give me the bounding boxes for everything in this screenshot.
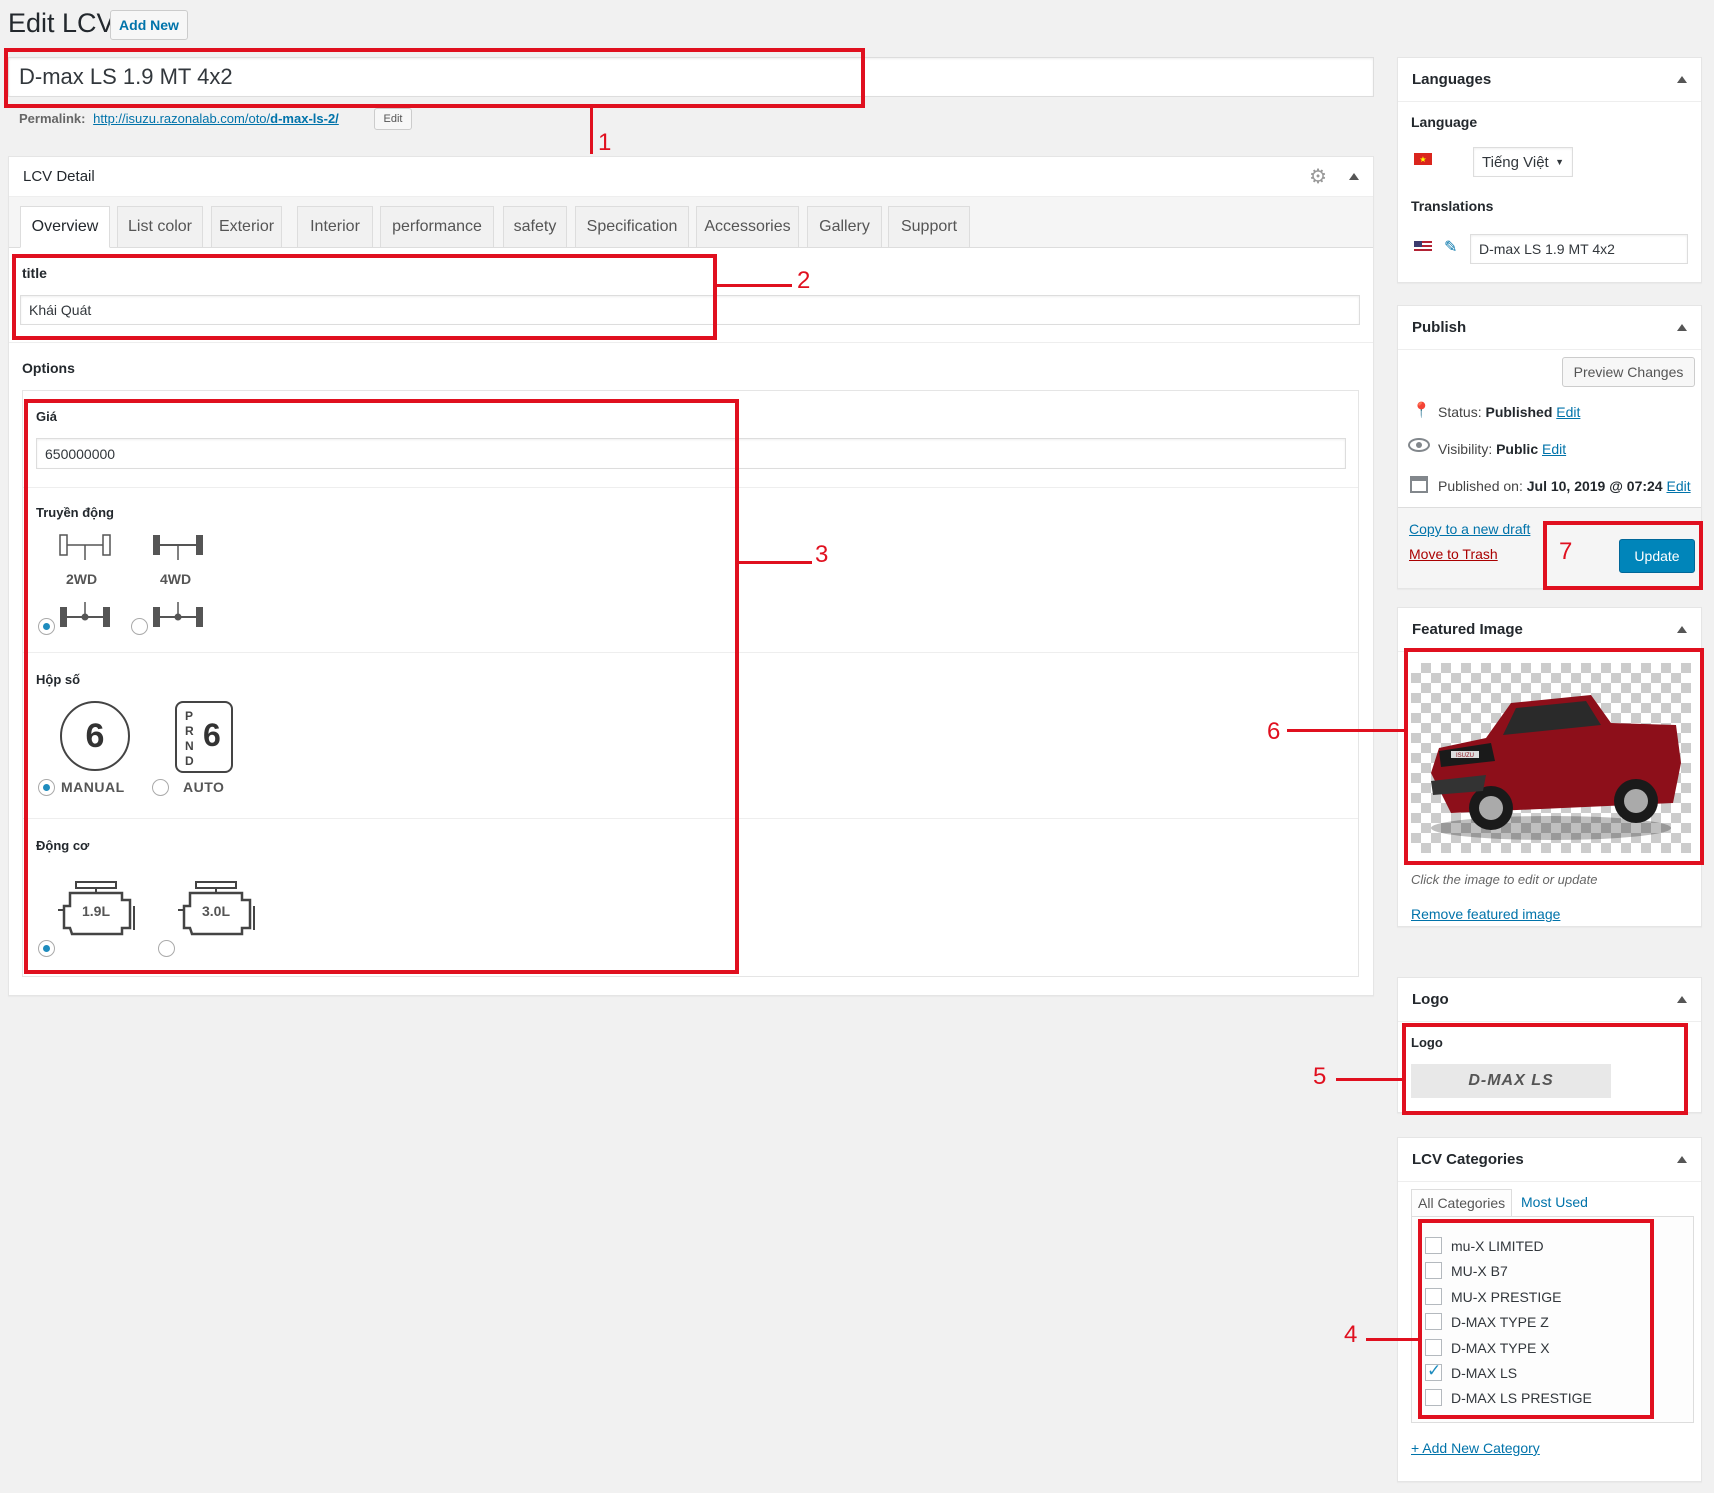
annotation-7: 7: [1559, 538, 1573, 565]
permalink: Permalink: http://isuzu.razonalab.com/ot…: [19, 111, 339, 126]
permalink-slug: d-max-ls-2/: [270, 111, 339, 126]
collapse-icon[interactable]: [1349, 173, 1359, 180]
leader-line-5: [1336, 1078, 1403, 1081]
collapse-icon[interactable]: [1677, 1156, 1687, 1163]
add-new-category-link[interactable]: + Add New Category: [1411, 1440, 1540, 1456]
tab-performance[interactable]: performance: [380, 206, 494, 248]
publish-header[interactable]: Publish: [1398, 306, 1701, 350]
tab-most-used[interactable]: Most Used: [1521, 1194, 1588, 1210]
visibility-edit-link[interactable]: Edit: [1542, 441, 1566, 457]
languages-title: Languages: [1412, 71, 1492, 88]
options-label: Options: [22, 360, 75, 376]
highlight-box-1: [4, 48, 865, 108]
copy-draft-link[interactable]: Copy to a new draft: [1409, 521, 1530, 537]
permalink-label: Permalink:: [19, 111, 86, 126]
tab-all-categories[interactable]: All Categories: [1411, 1189, 1513, 1217]
leader-line-1: [590, 104, 593, 154]
highlight-box-6: [1404, 648, 1704, 865]
collapse-icon[interactable]: [1677, 324, 1687, 331]
highlight-box-2: [12, 254, 717, 340]
preview-changes-button[interactable]: Preview Changes: [1562, 357, 1695, 387]
language-label: Language: [1411, 114, 1478, 130]
categories-header[interactable]: LCV Categories: [1398, 1138, 1701, 1182]
page-title: Edit LCV: [8, 8, 115, 38]
pencil-icon[interactable]: ✎: [1444, 237, 1457, 257]
translation-input[interactable]: D-max LS 1.9 MT 4x2: [1470, 234, 1688, 264]
annotation-5: 5: [1313, 1063, 1327, 1090]
tab-safety[interactable]: safety: [503, 206, 567, 248]
status-edit-link[interactable]: Edit: [1556, 404, 1580, 420]
status-row: Status: Published Edit: [1438, 404, 1580, 420]
permalink-edit-button[interactable]: Edit: [374, 108, 412, 130]
status-value: Published: [1485, 404, 1553, 420]
highlight-box-5: [1402, 1023, 1688, 1115]
annotation-6: 6: [1267, 718, 1281, 745]
dropdown-arrow-icon: ▼: [1555, 157, 1564, 167]
featured-image-hint: Click the image to edit or update: [1411, 872, 1598, 887]
language-select-value: Tiếng Việt: [1482, 153, 1549, 171]
tab-specification[interactable]: Specification: [575, 206, 689, 248]
annotation-1: 1: [598, 129, 612, 156]
leader-line-2: [716, 284, 792, 287]
tab-support[interactable]: Support: [888, 206, 970, 248]
tab-accessories[interactable]: Accessories: [696, 206, 799, 248]
eye-icon: [1408, 438, 1430, 452]
highlight-box-4: [1418, 1219, 1654, 1419]
collapse-icon[interactable]: [1677, 626, 1687, 633]
calendar-icon: [1410, 476, 1428, 493]
translation-value: D-max LS 1.9 MT 4x2: [1479, 241, 1615, 257]
visibility-label: Visibility:: [1438, 441, 1493, 457]
remove-featured-image-link[interactable]: Remove featured image: [1411, 906, 1560, 922]
gear-icon[interactable]: ⚙: [1309, 164, 1327, 189]
annotation-2: 2: [797, 267, 811, 294]
published-edit-link[interactable]: Edit: [1666, 478, 1690, 494]
tab-interior[interactable]: Interior: [297, 206, 373, 248]
tab-list-color[interactable]: List color: [117, 206, 203, 248]
publish-title: Publish: [1412, 319, 1467, 336]
annotation-4: 4: [1344, 1321, 1358, 1348]
tab-overview[interactable]: Overview: [20, 206, 110, 248]
translations-label: Translations: [1411, 198, 1494, 214]
annotation-3: 3: [815, 541, 829, 568]
add-new-button[interactable]: Add New: [110, 10, 188, 40]
divider: [9, 342, 1373, 343]
collapse-icon[interactable]: [1677, 76, 1687, 83]
logo-header[interactable]: Logo: [1398, 978, 1701, 1022]
lcv-detail-header[interactable]: LCV Detail ⚙: [9, 157, 1373, 197]
leader-line-6: [1287, 729, 1405, 732]
published-row: Published on: Jul 10, 2019 @ 07:24 Edit: [1438, 478, 1691, 494]
move-to-trash-link[interactable]: Move to Trash: [1409, 546, 1498, 562]
collapse-icon[interactable]: [1677, 996, 1687, 1003]
logo-title: Logo: [1412, 991, 1449, 1008]
visibility-row: Visibility: Public Edit: [1438, 441, 1566, 457]
published-value: Jul 10, 2019 @ 07:24: [1526, 478, 1663, 494]
published-label: Published on:: [1438, 478, 1523, 494]
featured-image-header[interactable]: Featured Image: [1398, 608, 1701, 652]
highlight-box-3: [24, 399, 739, 974]
leader-line-4: [1366, 1338, 1419, 1341]
languages-header[interactable]: Languages: [1398, 58, 1701, 102]
permalink-link[interactable]: http://isuzu.razonalab.com/oto/d-max-ls-…: [93, 111, 339, 126]
status-label: Status:: [1438, 404, 1482, 420]
pin-icon: 📍: [1412, 402, 1431, 419]
us-flag-icon: [1414, 241, 1432, 253]
featured-image-title: Featured Image: [1412, 621, 1523, 638]
vietnam-flag-icon: ★: [1414, 153, 1432, 165]
lcv-detail-title: LCV Detail: [23, 168, 95, 185]
permalink-base: http://isuzu.razonalab.com/oto/: [93, 111, 271, 126]
tab-gallery[interactable]: Gallery: [807, 206, 882, 248]
leader-line-3: [738, 561, 812, 564]
tab-exterior[interactable]: Exterior: [211, 206, 282, 248]
categories-title: LCV Categories: [1412, 1151, 1524, 1168]
visibility-value: Public: [1496, 441, 1539, 457]
language-select[interactable]: Tiếng Việt ▼: [1473, 147, 1573, 177]
